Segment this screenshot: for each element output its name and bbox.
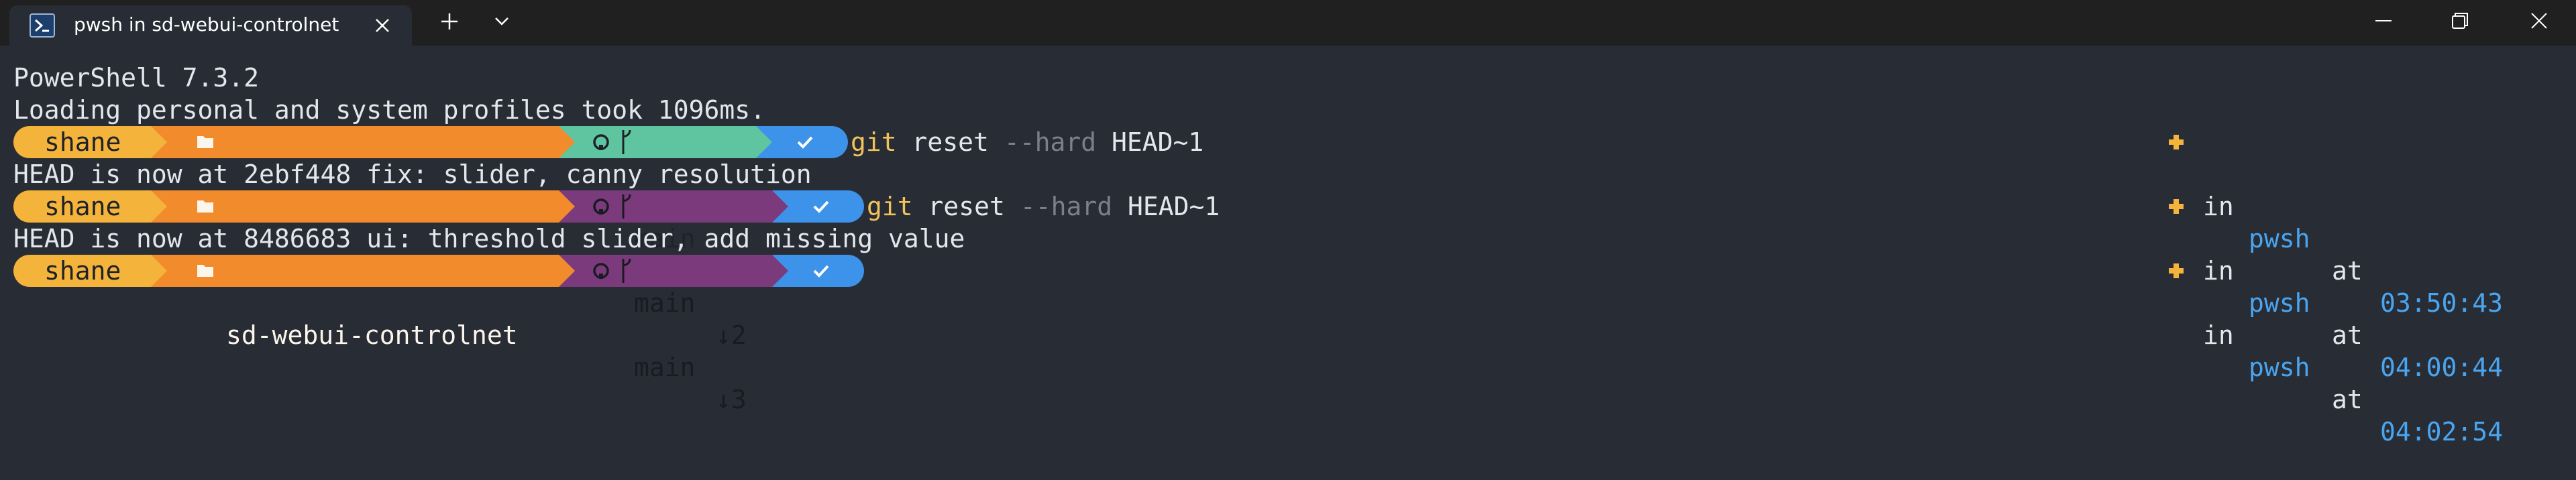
plus-badge-icon: [2169, 135, 2184, 149]
prompt-path: sd-webui-controlnet: [171, 255, 559, 350]
new-tab-icon[interactable]: [437, 9, 462, 34]
command: git reset --hard HEAD~1: [867, 192, 1220, 221]
powershell-icon: [30, 13, 55, 38]
close-tab-icon[interactable]: [372, 15, 393, 36]
segment-separator: [772, 190, 792, 223]
prompt-user: shane: [13, 126, 151, 158]
github-icon: [593, 263, 609, 279]
check-icon: [797, 136, 813, 149]
github-icon: [593, 198, 609, 215]
segment-separator: [151, 255, 171, 287]
prompt-path: sd-webui-controlnet: [171, 126, 559, 221]
github-icon: [593, 134, 609, 150]
prompt-status: [776, 126, 848, 158]
segment-separator: [559, 255, 579, 287]
check-icon: [813, 265, 829, 278]
segment-separator: [772, 255, 792, 287]
branch-icon: [622, 258, 631, 283]
output-line: Loading personal and system profiles too…: [13, 95, 766, 125]
prompt-git: main ≡: [579, 126, 756, 286]
segment-separator: [559, 190, 579, 223]
segment-separator: [151, 190, 171, 223]
prompt-user: shane: [13, 190, 151, 223]
chevron-down-icon[interactable]: [490, 9, 514, 34]
plus-badge-icon: [2169, 263, 2184, 278]
segment-separator: [756, 126, 776, 158]
segment-separator: [559, 126, 579, 158]
output-line: HEAD is now at 8486683 ui: threshold sli…: [13, 224, 965, 253]
plus-badge-icon: [2169, 199, 2184, 214]
command: git reset --hard HEAD~1: [851, 127, 1204, 157]
prompt-git: main ↓2: [579, 190, 772, 350]
terminal-tab[interactable]: pwsh in sd-webui-controlnet: [9, 5, 412, 46]
branch-icon: [622, 129, 631, 154]
prompt-path: sd-webui-controlnet: [171, 190, 559, 286]
title-bar: pwsh in sd-webui-controlnet: [0, 0, 2576, 46]
branch-icon: [622, 194, 631, 219]
folder-icon: [197, 265, 213, 277]
output-line: PowerShell 7.3.2: [13, 63, 260, 93]
check-icon: [813, 200, 829, 213]
segment-separator: [151, 126, 171, 158]
output-line: HEAD is now at 2ebf448 fix: slider, cann…: [13, 160, 812, 189]
tab-title: pwsh in sd-webui-controlnet: [74, 13, 339, 36]
folder-icon: [197, 200, 213, 213]
right-prompt: in pwsh at 04:00:44: [2168, 190, 2503, 382]
close-window-button[interactable]: [2493, 0, 2576, 42]
terminal-pane[interactable]: PowerShell 7.3.2 Loading personal and sy…: [0, 46, 2576, 446]
prompt-status: [792, 255, 864, 287]
folder-icon: [197, 136, 213, 148]
right-prompt: in pwsh at 03:50:43: [2168, 126, 2503, 318]
prompt-user: shane: [13, 255, 151, 287]
right-prompt: in pwsh at 04:02:54: [2168, 255, 2503, 446]
prompt-status: [792, 190, 864, 223]
prompt-git: main ↓3: [579, 255, 772, 414]
